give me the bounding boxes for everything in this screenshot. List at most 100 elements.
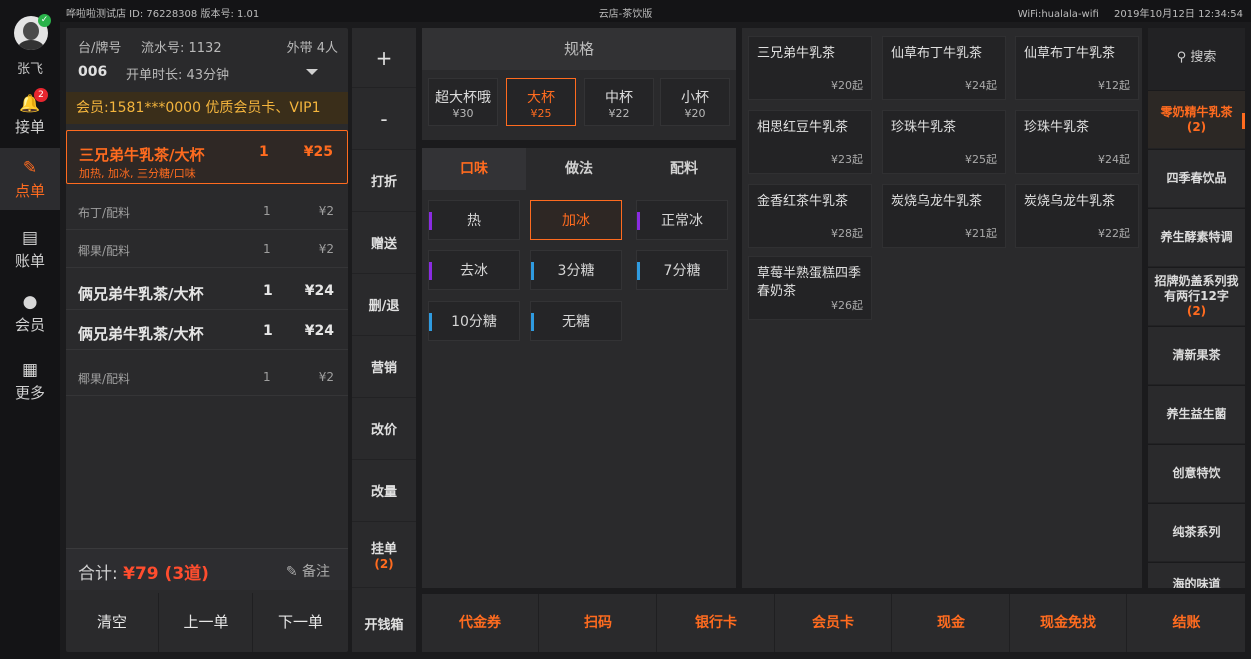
chip-marker bbox=[429, 212, 432, 230]
item-qty: 1 bbox=[263, 370, 271, 384]
chevron-down-icon[interactable] bbox=[306, 69, 318, 75]
tab-toppings[interactable]: 配料 bbox=[632, 148, 736, 190]
order-item-selected[interactable]: 三兄弟牛乳茶/大杯 1 ¥25 加热, 加冰, 三分糖/口味 bbox=[66, 130, 348, 184]
category-item[interactable]: 养生酵素特调 bbox=[1148, 208, 1245, 266]
category-item[interactable]: 四季春饮品 bbox=[1148, 149, 1245, 207]
hang-order-button[interactable]: 挂单 (2) bbox=[352, 522, 416, 588]
order-row[interactable]: 椰果/配料 1 ¥2 bbox=[66, 358, 348, 396]
option-chip[interactable]: 无糖 bbox=[530, 301, 622, 341]
category-item[interactable]: 纯茶系列 bbox=[1148, 503, 1245, 561]
sidebar-item-bills[interactable]: ▤ 账单 bbox=[0, 218, 60, 280]
category-label: 清新果茶 bbox=[1172, 348, 1221, 362]
delete-return-button[interactable]: 删/退 bbox=[352, 274, 416, 336]
product-name: 三兄弟牛乳茶 bbox=[757, 46, 836, 61]
option-chip[interactable]: 7分糖 bbox=[636, 250, 728, 290]
prev-order-button[interactable]: 上一单 bbox=[160, 593, 253, 652]
sidebar-item-label: 账单 bbox=[14, 252, 45, 270]
sidebar-item-order[interactable]: ✎ 点单 bbox=[0, 148, 60, 210]
sidebar-item-members[interactable]: ● 会员 bbox=[0, 282, 60, 344]
product-name: 相思红豆牛乳茶 bbox=[757, 120, 849, 135]
product-card[interactable]: 相思红豆牛乳茶 ¥23起 bbox=[748, 110, 872, 174]
product-card[interactable]: 珍珠牛乳茶 ¥24起 bbox=[1015, 110, 1139, 174]
category-label: 养生益生菌 bbox=[1166, 407, 1227, 421]
datetime: 2019年10月12日 12:34:54 bbox=[1114, 9, 1243, 20]
size-option[interactable]: 小杯 ¥20 bbox=[660, 78, 730, 126]
serial-number: 流水号: 1132 bbox=[141, 41, 222, 56]
open-cashbox-button[interactable]: 开钱箱 bbox=[352, 594, 416, 652]
product-card[interactable]: 仙草布丁牛乳茶 ¥12起 bbox=[1015, 36, 1139, 100]
option-chip-selected[interactable]: 加冰 bbox=[530, 200, 622, 240]
sidebar-item-orders-in[interactable]: 🔔 2 接单 bbox=[0, 84, 60, 146]
order-row[interactable]: 俩兄弟牛乳茶/大杯 1 ¥24 bbox=[66, 312, 348, 350]
category-label: 零奶精牛乳茶 bbox=[1160, 104, 1233, 119]
category-item[interactable]: 海的味道 bbox=[1148, 562, 1245, 588]
total-label: 合计: bbox=[78, 564, 124, 584]
order-row[interactable]: 俩兄弟牛乳茶/大杯 1 ¥24 bbox=[66, 272, 348, 310]
search-button[interactable]: ⚲ 搜索 bbox=[1148, 28, 1245, 88]
category-count: (2) bbox=[1186, 119, 1207, 134]
size-option[interactable]: 中杯 ¥22 bbox=[584, 78, 654, 126]
item-price: ¥25 bbox=[303, 144, 333, 160]
product-card[interactable]: 炭烧乌龙牛乳茶 ¥21起 bbox=[882, 184, 1006, 248]
category-item-selected[interactable]: 零奶精牛乳茶 (2) bbox=[1148, 90, 1245, 148]
item-name: 俩兄弟牛乳茶/大杯 bbox=[78, 285, 204, 303]
option-chip[interactable]: 10分糖 bbox=[428, 301, 520, 341]
order-row[interactable]: 椰果/配料 1 ¥2 bbox=[66, 230, 348, 268]
change-price-button[interactable]: 改价 bbox=[352, 398, 416, 460]
check-icon: ✓ bbox=[38, 14, 51, 27]
scan-code-button[interactable]: 扫码 bbox=[540, 594, 657, 652]
category-item[interactable]: 清新果茶 bbox=[1148, 326, 1245, 384]
item-price: ¥2 bbox=[318, 370, 334, 384]
discount-button[interactable]: 打折 bbox=[352, 150, 416, 212]
gift-button[interactable]: 赠送 bbox=[352, 212, 416, 274]
voucher-button[interactable]: 代金券 bbox=[422, 594, 539, 652]
size-option-selected[interactable]: 大杯 ¥25 bbox=[506, 78, 576, 126]
decrease-button[interactable]: - bbox=[352, 88, 416, 150]
category-label: 四季春饮品 bbox=[1166, 171, 1227, 185]
category-item[interactable]: 招牌奶盖系列我有两行12字 (2) bbox=[1148, 267, 1245, 325]
product-card[interactable]: 草莓半熟蛋糕四季春奶茶 ¥26起 bbox=[748, 256, 872, 320]
product-card[interactable]: 仙草布丁牛乳茶 ¥24起 bbox=[882, 36, 1006, 100]
order-buttons: 清空 上一单 下一单 bbox=[66, 593, 348, 652]
cash-exact-button[interactable]: 现金免找 bbox=[1010, 594, 1127, 652]
product-card[interactable]: 珍珠牛乳茶 ¥25起 bbox=[882, 110, 1006, 174]
clear-button[interactable]: 清空 bbox=[66, 593, 159, 652]
marketing-button[interactable]: 营销 bbox=[352, 336, 416, 398]
hang-order-count: (2) bbox=[374, 557, 394, 571]
change-qty-button[interactable]: 改量 bbox=[352, 460, 416, 522]
bank-card-button[interactable]: 银行卡 bbox=[658, 594, 775, 652]
product-name: 仙草布丁牛乳茶 bbox=[891, 46, 983, 61]
increase-button[interactable]: + bbox=[352, 28, 416, 88]
item-qty: 1 bbox=[259, 144, 269, 160]
product-price: ¥21起 bbox=[965, 227, 997, 240]
remark-button[interactable]: ✎ 备注 bbox=[286, 561, 330, 581]
checkout-button[interactable]: 结账 bbox=[1128, 594, 1245, 652]
tab-method[interactable]: 做法 bbox=[527, 148, 631, 190]
product-price: ¥12起 bbox=[1098, 79, 1130, 92]
chip-marker bbox=[531, 313, 534, 331]
tab-flavor[interactable]: 口味 bbox=[422, 148, 526, 190]
size-option[interactable]: 超大杯哦 ¥30 bbox=[428, 78, 498, 126]
cash-button[interactable]: 现金 bbox=[893, 594, 1010, 652]
chip-marker bbox=[531, 262, 534, 280]
category-item[interactable]: 养生益生菌 bbox=[1148, 385, 1245, 443]
option-chip[interactable]: 热 bbox=[428, 200, 520, 240]
category-label: 海的味道 bbox=[1172, 577, 1221, 588]
chip-marker bbox=[429, 262, 432, 280]
order-panel: 台/牌号 流水号: 1132 外带 4人 006 开单时长: 43分钟 会员:1… bbox=[66, 28, 348, 652]
product-card[interactable]: 炭烧乌龙牛乳茶 ¥22起 bbox=[1015, 184, 1139, 248]
option-chip[interactable]: 去冰 bbox=[428, 250, 520, 290]
member-info[interactable]: 会员:1581***0000 优质会员卡、VIP1 bbox=[66, 92, 348, 124]
next-order-button[interactable]: 下一单 bbox=[254, 593, 347, 652]
option-chip[interactable]: 3分糖 bbox=[530, 250, 622, 290]
option-chip[interactable]: 正常冰 bbox=[636, 200, 728, 240]
chip-marker bbox=[637, 262, 640, 280]
size-name: 超大杯哦 bbox=[435, 90, 491, 106]
product-card[interactable]: 三兄弟牛乳茶 ¥20起 bbox=[748, 36, 872, 100]
order-row[interactable]: 布丁/配料 1 ¥2 bbox=[66, 192, 348, 230]
member-card-button[interactable]: 会员卡 bbox=[775, 594, 892, 652]
product-card[interactable]: 金香红茶牛乳茶 ¥28起 bbox=[748, 184, 872, 248]
sidebar-item-more[interactable]: ▦ 更多 bbox=[0, 350, 60, 412]
sidebar-item-label: 会员 bbox=[14, 316, 45, 334]
category-item[interactable]: 创意特饮 bbox=[1148, 444, 1245, 502]
